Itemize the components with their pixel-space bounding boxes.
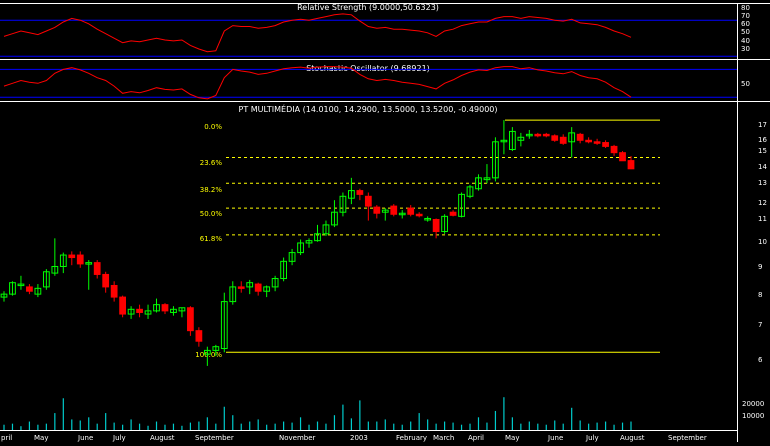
x-tick-label: March [433, 434, 454, 442]
y-tick-label: 10 [758, 238, 767, 246]
candle-body-down [237, 286, 245, 289]
candle-body-down [254, 283, 262, 292]
fib-label: 23.6% [200, 159, 223, 167]
main-title: PT MULTIMÉDIA (14.0100, 14.2900, 13.5000… [239, 103, 498, 114]
y-tick-label: 11 [758, 215, 767, 223]
x-tick-label: August [150, 434, 175, 442]
candle-body-down [534, 133, 542, 137]
x-tick-label: September [668, 434, 707, 442]
y-tick-label: 14 [758, 163, 767, 171]
candle-body-down [356, 190, 364, 195]
candle-body-down [373, 206, 381, 214]
x-tick-label: July [112, 434, 126, 442]
y-tick-label: 15 [758, 147, 767, 155]
candle-body-down [76, 254, 84, 265]
x-tick-label: September [195, 434, 234, 442]
x-tick-label: June [77, 434, 93, 442]
fib-label: 50.0% [200, 210, 223, 218]
candle-body-down [576, 133, 584, 141]
y-tick-label: 8 [758, 291, 762, 299]
candle-body-down [551, 135, 559, 141]
candle-body-down [407, 207, 415, 215]
candle-body-down [619, 152, 626, 162]
chart-window: Relative Strength (9.0000,50.6323) Stoch… [0, 0, 770, 442]
y-tick-label: 13 [758, 179, 767, 187]
x-tick-label: May [505, 434, 519, 442]
candle-body-down [542, 133, 550, 137]
x-tick-label: 2003 [350, 434, 368, 442]
y-tick-label: 7 [758, 321, 762, 329]
stochastic-title: Stochastic Oscillator (9.68921) [306, 64, 430, 73]
candle-body-down [432, 219, 440, 233]
y-tick-label: 12 [758, 199, 767, 207]
candle-body-down [627, 160, 635, 170]
candle-body-down [93, 262, 101, 275]
candle-body-down [602, 142, 609, 147]
fib-label: 0.0% [204, 123, 222, 131]
y-tick-label: 10000 [742, 412, 764, 420]
y-tick-label: 50 [741, 80, 750, 88]
candle-body-down [102, 273, 110, 288]
technical-chart: Relative Strength (9.0000,50.6323) Stoch… [0, 0, 770, 442]
y-tick-label: 70 [741, 12, 750, 20]
candle-body-down [610, 145, 618, 154]
x-tick-label: June [547, 434, 563, 442]
y-tick-label: 20000 [742, 400, 764, 408]
candle-body-down [415, 213, 423, 217]
y-tick-label: 40 [741, 37, 750, 45]
y-tick-label: 30 [741, 45, 750, 53]
candle-body-down [593, 141, 601, 144]
y-tick-label: 50 [741, 28, 750, 36]
fib-label: 100.0% [195, 351, 222, 359]
y-tick-label: 60 [741, 20, 750, 28]
candle-body-down [119, 296, 127, 315]
y-tick-label: 9 [758, 263, 762, 271]
y-tick-label: 80 [741, 4, 750, 12]
rsi-axis: 80 70 60 50 40 30 [741, 4, 750, 53]
candle-body-down [585, 139, 593, 143]
x-tick-label: pril [1, 434, 12, 442]
fib-label: 38.2% [200, 186, 223, 194]
y-tick-label: 6 [758, 356, 763, 364]
x-tick-label: November [279, 434, 316, 442]
candle-body-down [136, 308, 143, 313]
candle-body-down [26, 286, 33, 292]
x-tick-label: April [468, 434, 484, 442]
candle-body-down [195, 330, 203, 342]
candle-body-down [161, 304, 169, 312]
x-tick-label: July [585, 434, 599, 442]
x-tick-label: August [620, 434, 645, 442]
x-tick-label: May [34, 434, 48, 442]
candle-body-down [110, 284, 118, 298]
x-tick-label: February [396, 434, 427, 442]
candle-body-down [68, 254, 76, 259]
candle-body-down [390, 205, 398, 215]
fib-label: 61.8% [200, 235, 223, 243]
candle-body-down [364, 195, 372, 207]
y-tick-label: 17 [758, 121, 767, 129]
rsi-title: Relative Strength (9.0000,50.6323) [297, 3, 439, 12]
candle-body-down [559, 136, 567, 144]
stochastic-axis: 50 [741, 80, 750, 88]
y-tick-label: 16 [758, 136, 767, 144]
candle-body-down [187, 307, 194, 332]
candle-body-down [449, 211, 457, 216]
